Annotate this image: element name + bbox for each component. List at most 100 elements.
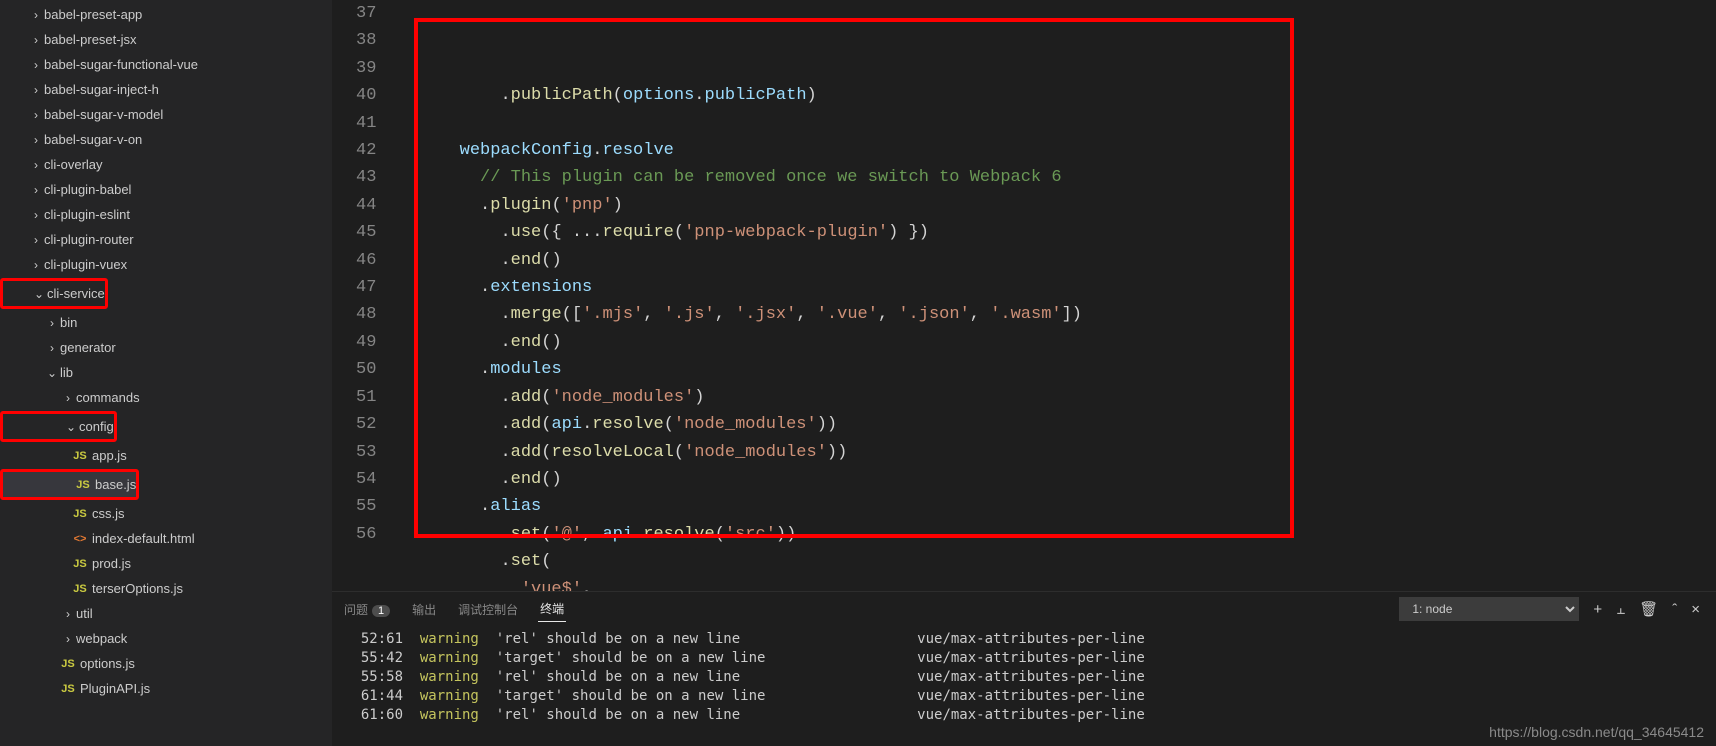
- code-line[interactable]: .end(): [398, 247, 1716, 274]
- js-file-icon: JS: [60, 658, 76, 670]
- tree-item-label: webpack: [76, 631, 332, 646]
- line-number: 56: [356, 521, 376, 548]
- trash-icon[interactable]: 🗑: [1639, 600, 1658, 618]
- tree-item-index-default-html[interactable]: <>index-default.html: [0, 526, 332, 551]
- tree-item-bin[interactable]: ›bin: [0, 310, 332, 335]
- code-line[interactable]: .publicPath(options.publicPath): [398, 82, 1716, 109]
- maximize-icon[interactable]: ˆ: [1672, 601, 1677, 618]
- chevron-icon: ›: [28, 33, 44, 47]
- split-terminal-icon[interactable]: ⫠: [1616, 601, 1625, 618]
- tree-item-cli-plugin-eslint[interactable]: ›cli-plugin-eslint: [0, 202, 332, 227]
- code-line[interactable]: .add(api.resolve('node_modules')): [398, 411, 1716, 438]
- line-number: 49: [356, 329, 376, 356]
- line-number: 48: [356, 301, 376, 328]
- code-line[interactable]: .extensions: [398, 274, 1716, 301]
- chevron-icon: ⌄: [63, 420, 79, 434]
- line-number: 45: [356, 219, 376, 246]
- tree-item-cli-plugin-babel[interactable]: ›cli-plugin-babel: [0, 177, 332, 202]
- tree-item-cli-plugin-vuex[interactable]: ›cli-plugin-vuex: [0, 252, 332, 277]
- new-terminal-icon[interactable]: +: [1593, 601, 1602, 618]
- line-number: 55: [356, 493, 376, 520]
- code-area[interactable]: .publicPath(options.publicPath) webpackC…: [396, 0, 1716, 591]
- tree-item-babel-sugar-v-on[interactable]: ›babel-sugar-v-on: [0, 127, 332, 152]
- chevron-icon: ›: [60, 632, 76, 646]
- code-line[interactable]: .modules: [398, 356, 1716, 383]
- code-line[interactable]: .merge(['.mjs', '.js', '.jsx', '.vue', '…: [398, 301, 1716, 328]
- js-file-icon: JS: [72, 508, 88, 520]
- tree-item-label: css.js: [92, 506, 332, 521]
- code-line[interactable]: .add(resolveLocal('node_modules')): [398, 439, 1716, 466]
- tree-item-cli-overlay[interactable]: ›cli-overlay: [0, 152, 332, 177]
- tree-item-babel-sugar-functional-vue[interactable]: ›babel-sugar-functional-vue: [0, 52, 332, 77]
- js-file-icon: JS: [60, 683, 76, 695]
- line-number: 53: [356, 439, 376, 466]
- panel-tab-输出[interactable]: 输出: [410, 597, 438, 622]
- tree-item-label: util: [76, 606, 332, 621]
- close-icon[interactable]: ×: [1691, 601, 1700, 618]
- line-number: 51: [356, 384, 376, 411]
- chevron-icon: ›: [60, 607, 76, 621]
- tree-item-label: app.js: [92, 448, 332, 463]
- tree-item-prod-js[interactable]: JSprod.js: [0, 551, 332, 576]
- tree-item-lib[interactable]: ⌄lib: [0, 360, 332, 385]
- terminal-line: 52:61 warning 'rel' should be on a new l…: [344, 630, 1704, 649]
- code-line[interactable]: .set(: [398, 548, 1716, 575]
- panel-tabbar: 问题1 输出调试控制台终端 1: node + ⫠ 🗑 ˆ ×: [332, 591, 1716, 626]
- terminal-line: 55:58 warning 'rel' should be on a new l…: [344, 668, 1704, 687]
- tree-item-generator[interactable]: ›generator: [0, 335, 332, 360]
- code-line[interactable]: .set('@', api.resolve('src')): [398, 521, 1716, 548]
- tree-item-commands[interactable]: ›commands: [0, 385, 332, 410]
- code-line[interactable]: .end(): [398, 329, 1716, 356]
- file-explorer[interactable]: ›babel-preset-app›babel-preset-jsx›babel…: [0, 0, 332, 746]
- tree-item-config[interactable]: ⌄config: [3, 414, 114, 439]
- tree-item-label: lib: [60, 365, 332, 380]
- code-editor[interactable]: 3738394041424344454647484950515253545556…: [332, 0, 1716, 591]
- js-file-icon: JS: [72, 583, 88, 595]
- tree-item-webpack[interactable]: ›webpack: [0, 626, 332, 651]
- chevron-icon: ›: [28, 83, 44, 97]
- tree-item-terserOptions-js[interactable]: JSterserOptions.js: [0, 576, 332, 601]
- tree-item-label: options.js: [80, 656, 332, 671]
- line-number: 39: [356, 55, 376, 82]
- tree-item-label: base.js: [95, 477, 136, 492]
- tree-item-cli-plugin-router[interactable]: ›cli-plugin-router: [0, 227, 332, 252]
- tree-item-babel-preset-app[interactable]: ›babel-preset-app: [0, 2, 332, 27]
- tree-item-label: config: [79, 419, 114, 434]
- chevron-icon: ›: [28, 133, 44, 147]
- panel-tab-终端[interactable]: 终端: [538, 596, 566, 622]
- tree-item-label: cli-plugin-babel: [44, 182, 332, 197]
- code-line[interactable]: webpackConfig.resolve: [398, 137, 1716, 164]
- line-number-gutter: 3738394041424344454647484950515253545556: [332, 0, 396, 591]
- tree-item-options-js[interactable]: JS options.js: [0, 651, 332, 676]
- watermark: https://blog.csdn.net/qq_34645412: [1489, 724, 1704, 740]
- tree-item-base-js[interactable]: JSbase.js: [3, 472, 136, 497]
- tree-item-cli-service[interactable]: ⌄cli-service: [3, 281, 105, 306]
- tree-item-babel-sugar-v-model[interactable]: ›babel-sugar-v-model: [0, 102, 332, 127]
- code-line[interactable]: .end(): [398, 466, 1716, 493]
- terminal-line: 61:44 warning 'target' should be on a ne…: [344, 687, 1704, 706]
- code-line[interactable]: .use({ ...require('pnp-webpack-plugin') …: [398, 219, 1716, 246]
- code-line[interactable]: .alias: [398, 493, 1716, 520]
- code-line[interactable]: .plugin('pnp'): [398, 192, 1716, 219]
- chevron-icon: ›: [28, 58, 44, 72]
- tree-item-util[interactable]: ›util: [0, 601, 332, 626]
- panel-tab-调试控制台[interactable]: 调试控制台: [456, 597, 520, 622]
- terminal-select[interactable]: 1: node: [1399, 597, 1579, 621]
- code-line[interactable]: .add('node_modules'): [398, 384, 1716, 411]
- tree-item-PluginAPI-js[interactable]: JSPluginAPI.js: [0, 676, 332, 701]
- tree-item-css-js[interactable]: JS css.js: [0, 501, 332, 526]
- chevron-icon: ›: [28, 208, 44, 222]
- line-number: 47: [356, 274, 376, 301]
- line-number: 38: [356, 27, 376, 54]
- line-number: 50: [356, 356, 376, 383]
- tree-item-label: bin: [60, 315, 332, 330]
- tree-item-babel-preset-jsx[interactable]: ›babel-preset-jsx: [0, 27, 332, 52]
- code-line[interactable]: 'vue$',: [398, 576, 1716, 591]
- chevron-icon: ⌄: [44, 366, 60, 380]
- tree-item-app-js[interactable]: JSapp.js: [0, 443, 332, 468]
- code-line[interactable]: [398, 110, 1716, 137]
- code-line[interactable]: // This plugin can be removed once we sw…: [398, 164, 1716, 191]
- panel-tab-问题[interactable]: 问题1: [342, 597, 392, 622]
- tree-item-babel-sugar-inject-h[interactable]: ›babel-sugar-inject-h: [0, 77, 332, 102]
- chevron-icon: ›: [44, 341, 60, 355]
